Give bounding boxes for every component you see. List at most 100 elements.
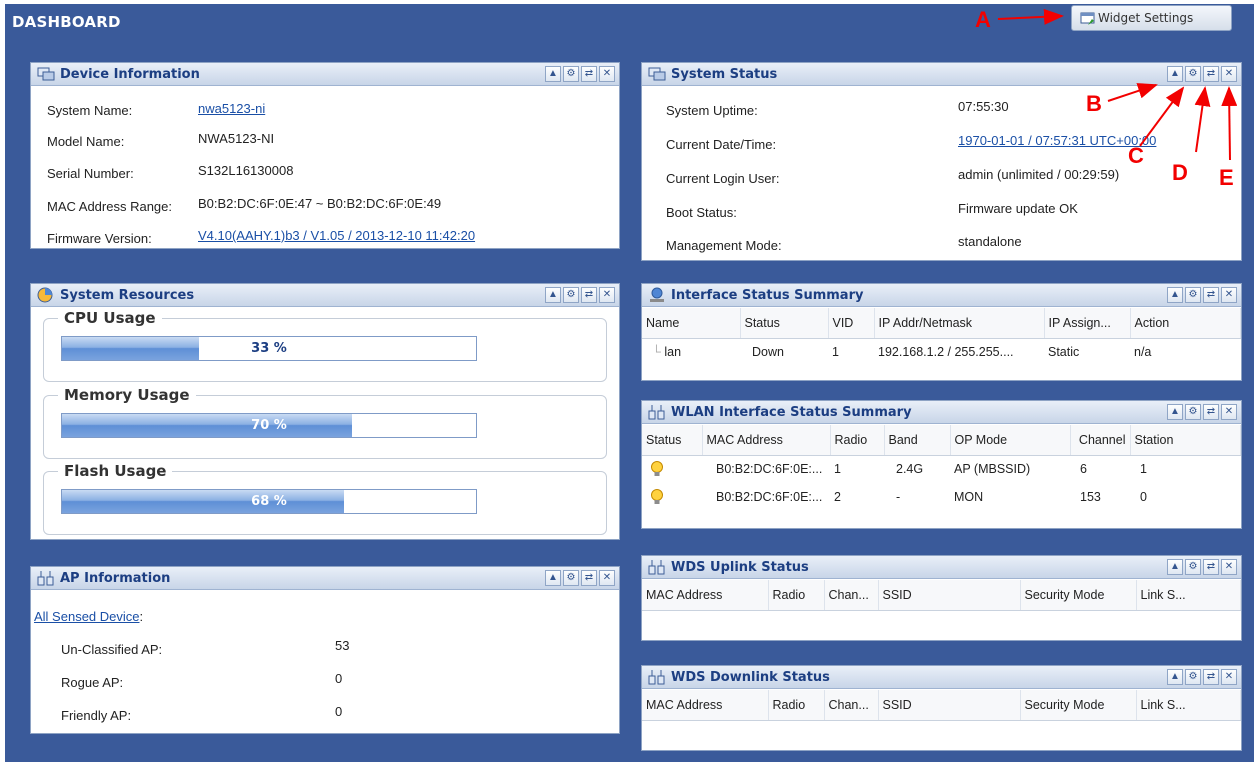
- settings-icon[interactable]: ⚙: [563, 287, 579, 303]
- ap-icon: [37, 570, 55, 586]
- table-cell: B0:B2:DC:6F:0E:...: [716, 462, 823, 477]
- collapse-icon[interactable]: ▲: [1167, 287, 1183, 303]
- rogue-ap-value: 0: [335, 671, 343, 686]
- flash-usage-label: Flash Usage: [58, 462, 173, 480]
- panel-controls: ▲ ⚙ ⇄ ✕: [1167, 559, 1237, 575]
- refresh-icon[interactable]: ⇄: [1203, 66, 1219, 82]
- serial-number-label: Serial Number:: [47, 166, 134, 181]
- system-name-link[interactable]: nwa5123-ni: [198, 101, 265, 116]
- column-header[interactable]: Name: [642, 308, 741, 339]
- table-cell: 1: [834, 462, 841, 477]
- table-header-row: Name Status VID IP Addr/Netmask IP Assig…: [642, 308, 1241, 339]
- column-header[interactable]: Status: [740, 308, 829, 339]
- serial-number-value: S132L16130008: [198, 163, 294, 178]
- refresh-icon[interactable]: ⇄: [581, 570, 597, 586]
- column-header[interactable]: Channel: [1070, 425, 1131, 456]
- settings-icon[interactable]: ⚙: [563, 570, 579, 586]
- collapse-icon[interactable]: ▲: [545, 287, 561, 303]
- tree-branch-icon: └: [652, 345, 661, 360]
- memory-usage-text: 70 %: [251, 418, 287, 433]
- column-header[interactable]: Radio: [768, 690, 825, 721]
- column-header[interactable]: SSID: [878, 690, 1021, 721]
- widget-settings-icon: [1080, 12, 1095, 25]
- settings-icon[interactable]: ⚙: [1185, 404, 1201, 420]
- annotation-label-e: E: [1219, 165, 1234, 190]
- settings-icon[interactable]: ⚙: [1185, 669, 1201, 685]
- column-header[interactable]: Radio: [830, 425, 885, 456]
- column-header[interactable]: Link S...: [1136, 580, 1241, 611]
- table-cell: 1: [1140, 462, 1147, 477]
- wds-uplink-panel: WDS Uplink Status ▲ ⚙ ⇄ ✕ MAC Address Ra…: [641, 555, 1242, 641]
- refresh-icon[interactable]: ⇄: [1203, 559, 1219, 575]
- table-row[interactable]: └ lan Down 1 192.168.1.2 / 255.255.... S…: [642, 338, 1241, 366]
- close-icon[interactable]: ✕: [599, 287, 615, 303]
- friendly-ap-value: 0: [335, 704, 343, 719]
- table-cell: 153: [1080, 490, 1101, 504]
- settings-icon[interactable]: ⚙: [1185, 287, 1201, 303]
- annotation-label-c: C: [1128, 143, 1144, 168]
- table-row[interactable]: B0:B2:DC:6F:0E:... 2 - MON 153 0: [642, 483, 1241, 511]
- close-icon[interactable]: ✕: [1221, 404, 1237, 420]
- collapse-icon[interactable]: ▲: [1167, 669, 1183, 685]
- column-header[interactable]: Link S...: [1136, 690, 1241, 721]
- column-header[interactable]: Chan...: [824, 580, 879, 611]
- current-datetime-link[interactable]: 1970-01-01 / 07:57:31 UTC+00:00: [958, 133, 1156, 148]
- refresh-icon[interactable]: ⇄: [581, 66, 597, 82]
- ap-information-title: AP Information: [60, 570, 171, 586]
- wds-downlink-header: WDS Downlink Status ▲ ⚙ ⇄ ✕: [642, 666, 1241, 689]
- close-icon[interactable]: ✕: [1221, 559, 1237, 575]
- column-header[interactable]: MAC Address: [642, 580, 769, 611]
- column-header[interactable]: Band: [884, 425, 951, 456]
- refresh-icon[interactable]: ⇄: [581, 287, 597, 303]
- column-header[interactable]: Status: [642, 425, 703, 456]
- lightbulb-icon: [646, 461, 664, 477]
- collapse-icon[interactable]: ▲: [1167, 404, 1183, 420]
- settings-icon[interactable]: ⚙: [1185, 66, 1201, 82]
- refresh-icon[interactable]: ⇄: [1203, 287, 1219, 303]
- close-icon[interactable]: ✕: [599, 570, 615, 586]
- column-header[interactable]: SSID: [878, 580, 1021, 611]
- interface-status-panel: Interface Status Summary ▲ ⚙ ⇄ ✕ Name St…: [641, 283, 1242, 381]
- column-header[interactable]: OP Mode: [950, 425, 1071, 456]
- wds-downlink-panel: WDS Downlink Status ▲ ⚙ ⇄ ✕ MAC Address …: [641, 665, 1242, 751]
- boot-status-value: Firmware update OK: [958, 201, 1078, 216]
- device-icon: [37, 66, 55, 82]
- column-header[interactable]: Station: [1130, 425, 1241, 456]
- widget-settings-button[interactable]: Widget Settings: [1071, 5, 1232, 31]
- column-header[interactable]: Action: [1130, 308, 1241, 339]
- settings-icon[interactable]: ⚙: [563, 66, 579, 82]
- ap-information-header: AP Information ▲ ⚙ ⇄ ✕: [31, 567, 619, 590]
- interface-status-table: Name Status VID IP Addr/Netmask IP Assig…: [642, 308, 1241, 366]
- cpu-usage-bar: 33 %: [61, 336, 477, 361]
- table-row[interactable]: B0:B2:DC:6F:0E:... 1 2.4G AP (MBSSID) 6 …: [642, 455, 1241, 483]
- column-header[interactable]: IP Addr/Netmask: [874, 308, 1045, 339]
- column-header[interactable]: MAC Address: [702, 425, 831, 456]
- refresh-icon[interactable]: ⇄: [1203, 669, 1219, 685]
- close-icon[interactable]: ✕: [1221, 66, 1237, 82]
- column-header[interactable]: MAC Address: [642, 690, 769, 721]
- page-title: DASHBOARD: [12, 13, 121, 31]
- column-header[interactable]: IP Assign...: [1044, 308, 1131, 339]
- collapse-icon[interactable]: ▲: [1167, 66, 1183, 82]
- column-header[interactable]: Security Mode: [1020, 690, 1137, 721]
- column-header[interactable]: VID: [828, 308, 875, 339]
- refresh-icon[interactable]: ⇄: [1203, 404, 1219, 420]
- panel-controls: ▲ ⚙ ⇄ ✕: [545, 66, 615, 82]
- collapse-icon[interactable]: ▲: [1167, 559, 1183, 575]
- management-mode-value: standalone: [958, 234, 1022, 249]
- column-header[interactable]: Chan...: [824, 690, 879, 721]
- collapse-icon[interactable]: ▲: [545, 570, 561, 586]
- close-icon[interactable]: ✕: [599, 66, 615, 82]
- column-header[interactable]: Radio: [768, 580, 825, 611]
- firmware-version-link[interactable]: V4.10(AAHY.1)b3 / V1.05 / 2013-12-10 11:…: [198, 228, 475, 243]
- system-resources-panel: System Resources ▲ ⚙ ⇄ ✕ CPU Usage 33 % …: [30, 283, 620, 540]
- settings-icon[interactable]: ⚙: [1185, 559, 1201, 575]
- collapse-icon[interactable]: ▲: [545, 66, 561, 82]
- all-sensed-device-link[interactable]: All Sensed Device: [34, 609, 140, 624]
- boot-status-label: Boot Status:: [666, 205, 737, 220]
- wds-downlink-title: WDS Downlink Status: [671, 669, 830, 685]
- close-icon[interactable]: ✕: [1221, 669, 1237, 685]
- column-header[interactable]: Security Mode: [1020, 580, 1137, 611]
- close-icon[interactable]: ✕: [1221, 287, 1237, 303]
- table-header-row: MAC Address Radio Chan... SSID Security …: [642, 690, 1241, 721]
